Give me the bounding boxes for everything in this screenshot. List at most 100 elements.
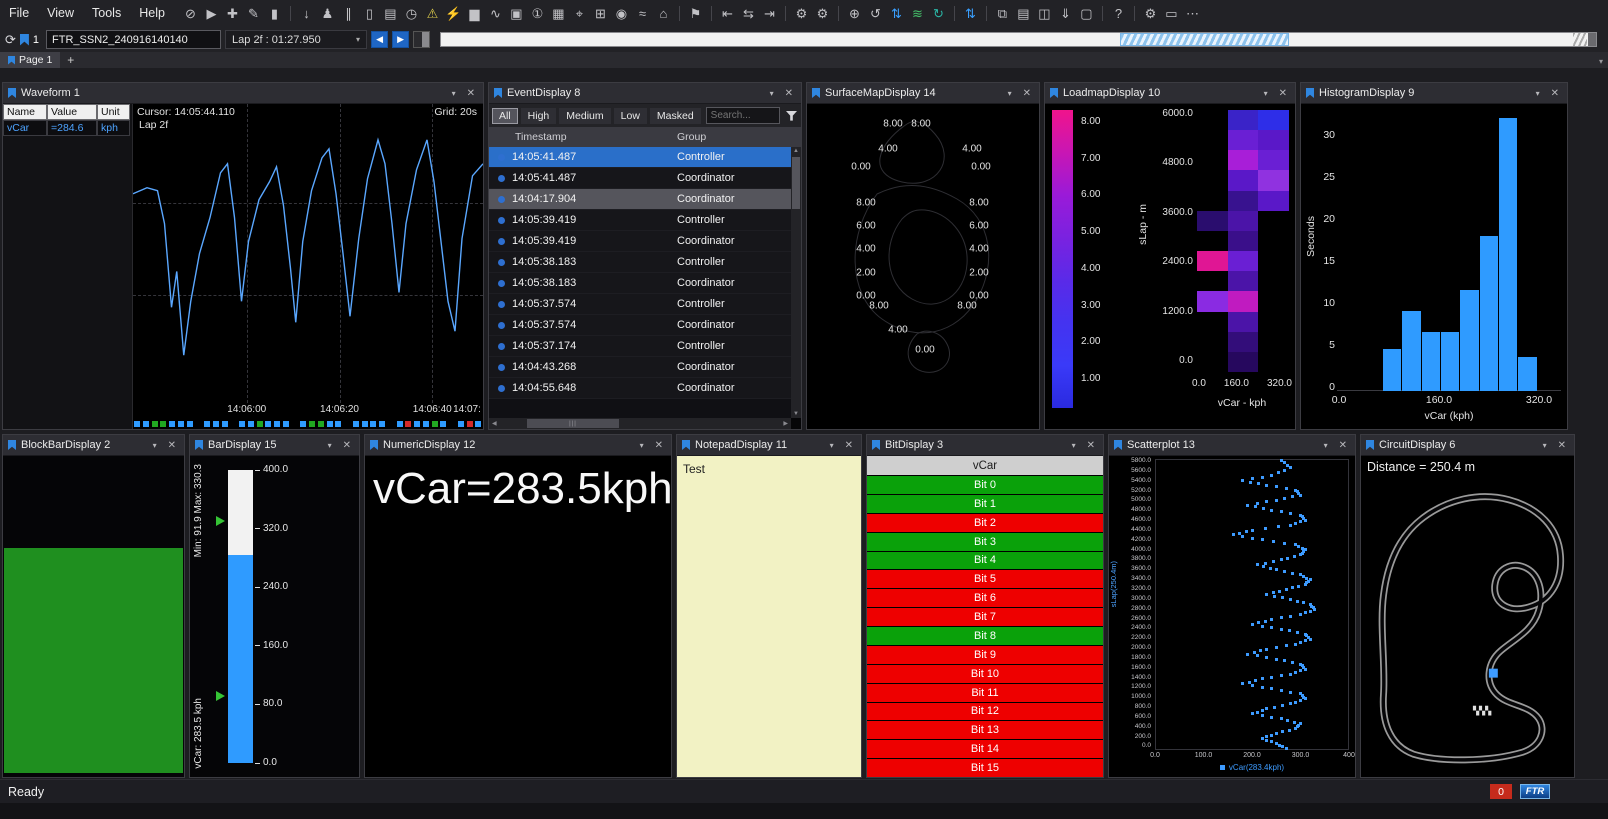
trash-icon[interactable]: ▭ bbox=[1162, 6, 1181, 22]
new-page-icon[interactable]: ▢ bbox=[1077, 6, 1096, 22]
clipboard-icon[interactable]: ▣ bbox=[507, 6, 526, 22]
panel-header[interactable]: BitDisplay 3 ▾ ✕ bbox=[867, 435, 1103, 456]
waveform-plot[interactable] bbox=[133, 104, 483, 403]
add-page-button[interactable]: + bbox=[60, 52, 81, 68]
event-row[interactable]: 14:05:39.419Coordinator bbox=[489, 231, 791, 252]
panel-close-icon[interactable]: ✕ bbox=[842, 440, 856, 451]
event-row[interactable]: 14:05:39.419Controller bbox=[489, 210, 791, 231]
event-row[interactable]: 14:04:43.268Coordinator bbox=[489, 357, 791, 378]
pointer-icon[interactable]: ▶ bbox=[202, 6, 221, 22]
pen-icon[interactable]: ✎ bbox=[244, 6, 263, 22]
menu-help[interactable]: Help bbox=[130, 0, 174, 27]
panel-close-icon[interactable]: ✕ bbox=[1020, 88, 1034, 99]
skip-both-icon[interactable]: ⇆ bbox=[739, 6, 758, 22]
scroll-down-icon[interactable]: ▼ bbox=[791, 411, 801, 417]
event-table-header[interactable]: Timestamp Group bbox=[489, 127, 801, 147]
candlestick-icon[interactable]: ∥ bbox=[339, 6, 358, 22]
scrollbar-thumb[interactable]: ||| bbox=[527, 419, 619, 428]
panel-header[interactable]: BlockBarDisplay 2 ▾ ✕ bbox=[3, 435, 184, 456]
sort-updown-icon[interactable]: ⇅ bbox=[887, 6, 906, 22]
panel-menu-icon[interactable]: ▾ bbox=[1321, 441, 1331, 450]
help-icon[interactable]: ? bbox=[1109, 6, 1128, 21]
table-icon[interactable]: ⊞ bbox=[591, 6, 610, 22]
scroll-left-icon[interactable]: ◀ bbox=[492, 420, 497, 427]
event-row[interactable]: 14:04:17.904Coordinator bbox=[489, 189, 791, 210]
panel-header[interactable]: HistogramDisplay 9 ▾ ✕ bbox=[1301, 83, 1567, 104]
filter-all[interactable]: All bbox=[492, 108, 518, 124]
vertical-scrollbar[interactable]: ▲ ▼ bbox=[791, 147, 801, 418]
menu-tools[interactable]: Tools bbox=[83, 0, 130, 27]
cursor-bars-icon[interactable]: ▮ bbox=[265, 6, 284, 22]
panel-close-icon[interactable]: ✕ bbox=[464, 88, 478, 99]
filter-medium[interactable]: Medium bbox=[559, 108, 610, 124]
session-timeline[interactable] bbox=[440, 32, 1597, 47]
panel-header[interactable]: Waveform 1 ▾ ✕ bbox=[3, 83, 483, 104]
panel-menu-icon[interactable]: ▾ bbox=[1069, 441, 1079, 450]
import-icon[interactable]: ↓ bbox=[297, 6, 316, 21]
crosshair-grid-icon[interactable]: ⌖ bbox=[570, 6, 589, 22]
panel-close-icon[interactable]: ✕ bbox=[782, 88, 796, 99]
session-id-input[interactable] bbox=[46, 30, 221, 49]
column-timestamp[interactable]: Timestamp bbox=[489, 131, 677, 143]
search-input[interactable] bbox=[706, 107, 780, 124]
column-group[interactable]: Group bbox=[677, 131, 801, 143]
undo-icon[interactable]: ↺ bbox=[866, 6, 885, 22]
error-count-badge[interactable]: 0 bbox=[1490, 784, 1512, 799]
panel-close-icon[interactable]: ✕ bbox=[1548, 88, 1562, 99]
record-icon[interactable]: ⟳ bbox=[5, 32, 16, 48]
panel-menu-icon[interactable]: ▾ bbox=[1261, 89, 1271, 98]
filter-low[interactable]: Low bbox=[614, 108, 647, 124]
home-icon[interactable]: ⌂ bbox=[654, 6, 673, 21]
panel-menu-icon[interactable]: ▾ bbox=[325, 441, 335, 450]
prev-lap-button[interactable]: ◀ bbox=[371, 31, 388, 48]
panel-menu-icon[interactable]: ▾ bbox=[1533, 89, 1543, 98]
scrollbar-thumb[interactable] bbox=[792, 157, 800, 209]
calendar-icon[interactable]: ▦ bbox=[549, 6, 568, 22]
stack-icon[interactable]: ▤ bbox=[381, 6, 400, 22]
event-row[interactable]: 14:05:37.574Coordinator bbox=[489, 315, 791, 336]
panel-close-icon[interactable]: ✕ bbox=[1336, 440, 1350, 451]
histogram-icon[interactable]: ▆ bbox=[465, 6, 484, 22]
next-lap-button[interactable]: ▶ bbox=[392, 31, 409, 48]
signal-icon[interactable]: ≈ bbox=[633, 6, 652, 21]
tab-overflow-icon[interactable]: ▾ bbox=[1599, 57, 1603, 66]
tab-page-1[interactable]: Page 1 bbox=[0, 52, 60, 68]
clock-icon[interactable]: ◷ bbox=[402, 6, 421, 22]
horizontal-scrollbar[interactable]: ◀ ||| ▶ bbox=[489, 418, 791, 429]
panel-close-icon[interactable]: ✕ bbox=[1276, 88, 1290, 99]
panel-menu-icon[interactable]: ▾ bbox=[1005, 89, 1015, 98]
panel-close-icon[interactable]: ✕ bbox=[165, 440, 179, 451]
panel-close-icon[interactable]: ✕ bbox=[340, 440, 354, 451]
notepad-content[interactable]: Test bbox=[677, 456, 861, 777]
panel-close-icon[interactable]: ✕ bbox=[1555, 440, 1569, 451]
panel-menu-icon[interactable]: ▾ bbox=[767, 89, 777, 98]
panel-close-icon[interactable]: ✕ bbox=[1084, 440, 1098, 451]
timeline-selection[interactable] bbox=[1120, 33, 1289, 46]
smooth-icon[interactable]: ≋ bbox=[908, 6, 927, 22]
wave-icon[interactable]: ∿ bbox=[486, 6, 505, 22]
pit-flag-icon[interactable]: ⚑ bbox=[686, 6, 705, 22]
scroll-up-icon[interactable]: ▲ bbox=[791, 148, 801, 154]
driver-icon[interactable]: ♟ bbox=[318, 6, 337, 22]
pages-icon[interactable]: ⧉ bbox=[993, 6, 1012, 22]
mute-icon[interactable]: ⊘ bbox=[181, 6, 200, 22]
event-row[interactable]: 14:05:38.183Coordinator bbox=[489, 273, 791, 294]
filter-masked[interactable]: Masked bbox=[650, 108, 701, 124]
panel-close-icon[interactable]: ✕ bbox=[652, 440, 666, 451]
event-row[interactable]: 14:05:41.487Controller bbox=[489, 147, 791, 168]
panel-header[interactable]: SurfaceMapDisplay 14 ▾ ✕ bbox=[807, 83, 1039, 104]
filter-funnel-icon[interactable] bbox=[783, 110, 800, 122]
panel-menu-icon[interactable]: ▾ bbox=[637, 441, 647, 450]
waveform-ribbon[interactable] bbox=[133, 418, 483, 429]
panel-header[interactable]: LoadmapDisplay 10 ▾ ✕ bbox=[1045, 83, 1295, 104]
device-icon[interactable]: ▯ bbox=[360, 6, 379, 22]
scroll-right-icon[interactable]: ▶ bbox=[783, 420, 788, 427]
more-icon[interactable]: ⋯ bbox=[1183, 6, 1202, 22]
settings-b-icon[interactable]: ⚙ bbox=[813, 6, 832, 22]
library-icon[interactable]: ▤ bbox=[1014, 6, 1033, 22]
menu-view[interactable]: View bbox=[38, 0, 83, 27]
scatter-plot[interactable] bbox=[1155, 459, 1349, 750]
export-icon[interactable]: ⇓ bbox=[1056, 6, 1075, 22]
filter-high[interactable]: High bbox=[521, 108, 557, 124]
waveform-chart[interactable]: Cursor: 14:05:44.110 Grid: 20s Lap 2f 14… bbox=[133, 104, 483, 429]
